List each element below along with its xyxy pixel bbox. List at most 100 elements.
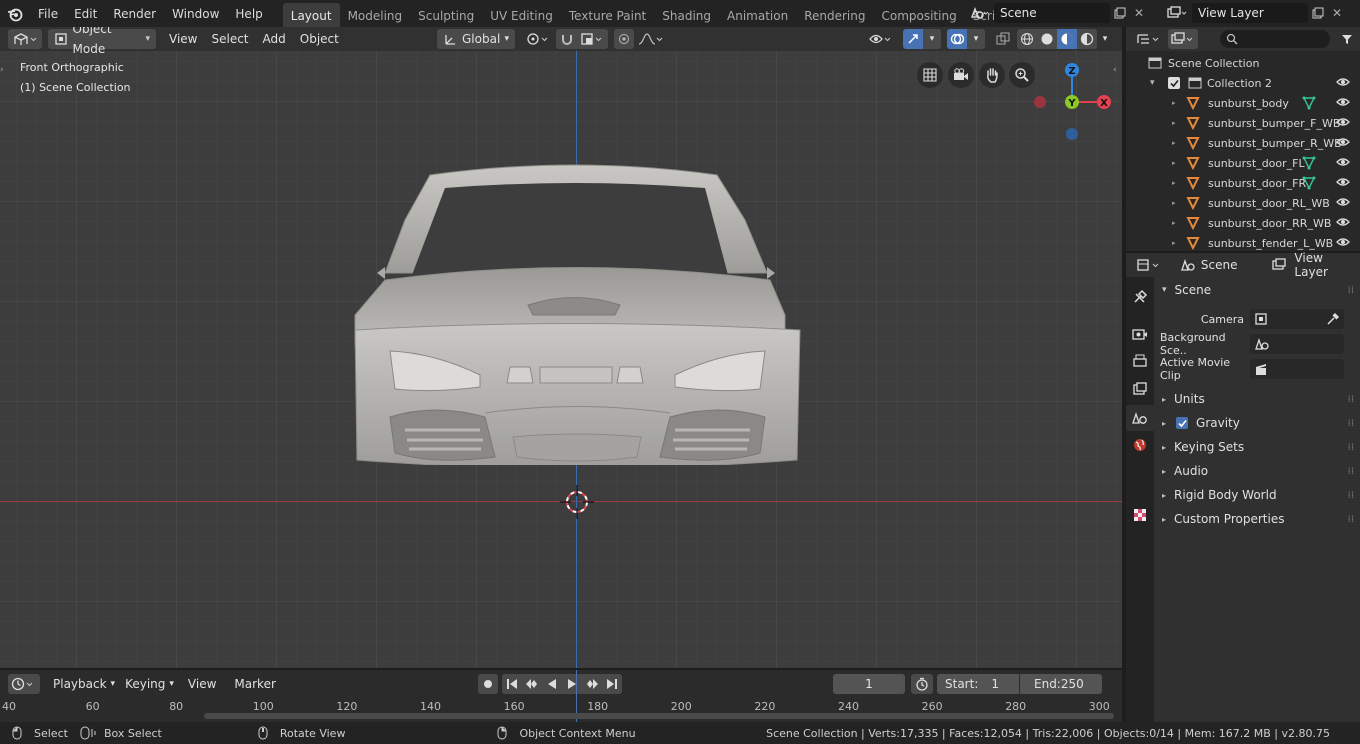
proportional-edit-icon[interactable] <box>614 29 634 49</box>
preview-range-icon[interactable] <box>911 673 933 694</box>
outliner-object-row[interactable]: ▸ sunburst_door_RR_WB <box>1126 213 1360 233</box>
checkbox-icon[interactable] <box>1168 77 1180 89</box>
subpanel-custom-properties[interactable]: ▸ Custom Properties ⁞⁞ <box>1156 507 1360 531</box>
outliner-object-row[interactable]: ▸ sunburst_door_RL_WB <box>1126 193 1360 213</box>
material-shading-icon[interactable] <box>1057 29 1077 49</box>
eyedropper-icon[interactable] <box>1326 312 1340 326</box>
3d-cursor[interactable] <box>556 481 598 523</box>
copy-view-layer-icon[interactable] <box>1308 7 1328 19</box>
expand-arrow-icon[interactable]: ▸ <box>1172 179 1180 187</box>
solid-shading-icon[interactable] <box>1037 29 1057 49</box>
properties-editor[interactable]: Scene View Layer ▾ Scene ⁞⁞ Camera Backg… <box>1126 251 1360 722</box>
view-layer-tab-icon[interactable] <box>1130 379 1150 399</box>
expand-arrow-icon[interactable]: ▸ <box>1172 139 1180 147</box>
drag-handle-icon[interactable]: ⁞⁞ <box>1348 466 1354 477</box>
editor-type-icon[interactable] <box>1134 255 1164 275</box>
expand-arrow-icon[interactable]: ▸ <box>1172 199 1180 207</box>
3d-viewport[interactable]: Object Mode ▾ View Select Add Object Glo… <box>0 27 1122 668</box>
outliner[interactable]: Scene Collection ▾ Collection 2 ▸ sunburs… <box>1126 27 1360 251</box>
breadcrumb-scene[interactable]: Scene <box>1201 258 1238 272</box>
eye-icon[interactable] <box>1336 177 1350 190</box>
texture-tab-icon[interactable] <box>1130 505 1150 525</box>
overlays-dropdown-icon[interactable]: ▾ <box>967 29 985 49</box>
navigation-gizmo[interactable]: Z X Y <box>1030 59 1114 143</box>
rendered-shading-icon[interactable] <box>1077 29 1097 49</box>
eye-icon[interactable] <box>1336 97 1350 110</box>
overlays-toggle-icon[interactable] <box>947 29 967 49</box>
timeline-view-menu[interactable]: View <box>183 674 221 694</box>
outliner-object-row[interactable]: ▸ sunburst_bumper_F_WB <box>1126 113 1360 133</box>
scene-name-field[interactable]: Scene <box>994 3 1110 23</box>
tab-modeling[interactable]: Modeling <box>340 3 411 27</box>
tab-sculpting[interactable]: Sculpting <box>410 3 482 27</box>
tab-compositing[interactable]: Compositing <box>873 3 964 27</box>
sidebar-expand-icon[interactable]: ‹ <box>1113 65 1121 79</box>
frame-end-field[interactable]: End: 250 <box>1020 673 1102 694</box>
timeline-scrollbar[interactable] <box>204 713 1114 719</box>
scene-icon[interactable] <box>964 3 994 23</box>
drag-handle-icon[interactable]: ⁞⁞ <box>1348 394 1354 405</box>
next-keyframe-icon[interactable] <box>582 674 602 694</box>
expand-arrow-icon[interactable]: ▸ <box>1172 119 1180 127</box>
car-model[interactable] <box>345 155 810 465</box>
editor-type-icon[interactable] <box>8 29 42 49</box>
play-reverse-icon[interactable] <box>542 674 562 694</box>
expand-arrow-icon[interactable]: ▾ <box>1150 78 1160 88</box>
snap-target-icon[interactable] <box>578 29 608 49</box>
menu-edit[interactable]: Edit <box>66 3 105 25</box>
breadcrumb-view-layer[interactable]: View Layer <box>1294 251 1360 279</box>
blender-logo-icon[interactable] <box>0 6 30 22</box>
drag-handle-icon[interactable]: ⁞⁞ <box>1348 418 1354 429</box>
menu-select[interactable]: Select <box>206 29 253 49</box>
toggle-grid-icon[interactable] <box>917 62 943 88</box>
outliner-scene-collection[interactable]: Scene Collection <box>1126 53 1360 73</box>
editor-type-icon[interactable] <box>1134 29 1164 49</box>
eye-icon[interactable] <box>1336 217 1350 230</box>
subpanel-keying-sets[interactable]: ▸ Keying Sets ⁞⁞ <box>1156 435 1360 459</box>
filter-icon[interactable] <box>1340 33 1354 45</box>
outliner-object-row[interactable]: ▸ sunburst_door_FR <box>1126 173 1360 193</box>
view-layer-icon[interactable] <box>1162 3 1192 23</box>
keying-menu[interactable]: Keying ▾ <box>120 674 179 694</box>
playback-menu[interactable]: Playback ▾ <box>48 674 120 694</box>
outliner-search-input[interactable] <box>1220 30 1330 48</box>
tab-rendering[interactable]: Rendering <box>796 3 873 27</box>
visibility-toggle-icon[interactable] <box>866 29 896 49</box>
xray-toggle-icon[interactable] <box>993 29 1013 49</box>
shading-dropdown-icon[interactable]: ▾ <box>1097 29 1113 49</box>
frame-start-field[interactable]: Start: 1 <box>937 673 1019 694</box>
eye-icon[interactable] <box>1336 237 1350 250</box>
outliner-object-row[interactable]: ▸ sunburst_door_FL <box>1126 153 1360 173</box>
jump-end-icon[interactable] <box>602 674 622 694</box>
outliner-object-row[interactable]: ▸ sunburst_fender_L_WB <box>1126 233 1360 253</box>
menu-file[interactable]: File <box>30 3 66 25</box>
pivot-point-icon[interactable] <box>524 29 552 49</box>
mode-dropdown[interactable]: Object Mode ▾ <box>48 27 156 56</box>
play-icon[interactable] <box>562 674 582 694</box>
subpanel-audio[interactable]: ▸ Audio ⁞⁞ <box>1156 459 1360 483</box>
tool-tab-icon[interactable] <box>1130 287 1150 307</box>
tab-texture-paint[interactable]: Texture Paint <box>561 3 654 27</box>
falloff-icon[interactable] <box>636 29 666 49</box>
render-tab-icon[interactable] <box>1130 323 1150 343</box>
drag-handle-icon[interactable]: ⁞⁞ <box>1348 514 1354 525</box>
menu-help[interactable]: Help <box>227 3 270 25</box>
record-button-icon[interactable] <box>478 673 498 694</box>
eye-icon[interactable] <box>1336 137 1350 150</box>
current-frame-field[interactable]: 1 <box>833 673 905 694</box>
frame-ruler[interactable]: 40 60 80 100 120 140 160 180 200 220 240 260 280 300 <box>0 700 1122 714</box>
toolbar-expand-icon[interactable]: › <box>0 65 8 79</box>
drag-handle-icon[interactable]: ⁞⁞ <box>1348 285 1354 296</box>
drag-handle-icon[interactable]: ⁞⁞ <box>1348 442 1354 453</box>
expand-arrow-icon[interactable]: ▸ <box>1172 219 1180 227</box>
menu-window[interactable]: Window <box>164 3 227 25</box>
scene-tab-icon[interactable] <box>1126 405 1154 431</box>
gizmo-dropdown-icon[interactable]: ▾ <box>923 29 941 49</box>
outliner-object-row[interactable]: ▸ sunburst_bumper_R_WB <box>1126 133 1360 153</box>
expand-arrow-icon[interactable]: ▸ <box>1172 239 1180 247</box>
menu-render[interactable]: Render <box>105 3 164 25</box>
world-tab-icon[interactable] <box>1130 435 1150 455</box>
copy-scene-icon[interactable] <box>1110 7 1130 19</box>
camera-field[interactable] <box>1250 309 1344 329</box>
expand-arrow-icon[interactable]: ▸ <box>1172 159 1180 167</box>
